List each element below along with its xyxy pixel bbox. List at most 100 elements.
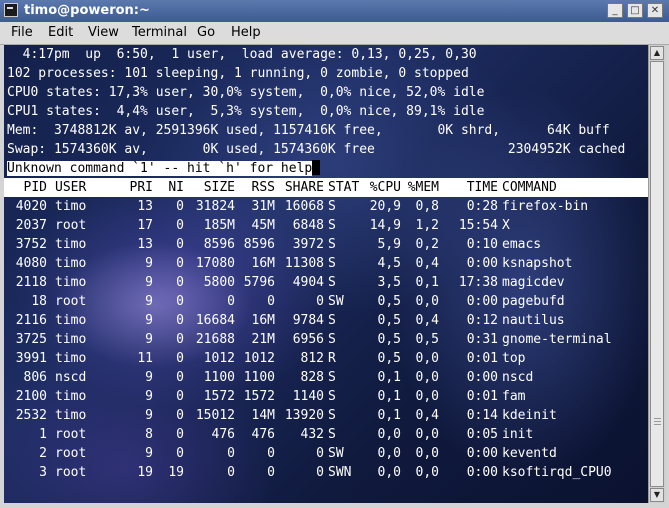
- share-cell: 4904: [292, 275, 324, 290]
- cpu-cell: 20,9: [369, 199, 401, 214]
- menu-help[interactable]: Help: [231, 25, 261, 40]
- text-cursor: [312, 160, 321, 175]
- cpu-cell: 0,1: [377, 370, 401, 385]
- time-cell: 0:31: [466, 332, 498, 347]
- column-header-stat: STAT: [328, 180, 360, 195]
- user-cell: root: [55, 446, 87, 461]
- ni-cell: 0: [176, 237, 184, 252]
- mem-cell: 0,4: [415, 408, 439, 423]
- time-cell: 0:00: [466, 370, 498, 385]
- scroll-up-button[interactable]: ▲: [650, 46, 664, 60]
- pri-cell: 9: [145, 313, 153, 328]
- user-cell: root: [55, 427, 87, 442]
- mem-cell: 0,4: [415, 256, 439, 271]
- mem-cell: 0,4: [415, 313, 439, 328]
- size-cell: 185M: [203, 218, 235, 233]
- minimize-button[interactable]: _: [607, 3, 623, 18]
- share-cell: 812: [300, 351, 324, 366]
- column-header-share: SHARE: [284, 180, 324, 195]
- process-row: 806 nscd 9 0 1100 1100 828 S 0,1 0,0 0:00 nscd: [4, 368, 648, 387]
- vertical-scrollbar[interactable]: ▲ ▼: [648, 45, 666, 503]
- mem-cell: 0,8: [415, 199, 439, 214]
- share-cell: 11308: [284, 256, 324, 271]
- scrollbar-thumb[interactable]: [650, 61, 664, 487]
- share-cell: 3972: [292, 237, 324, 252]
- cpu-cell: 0,0: [377, 427, 401, 442]
- menu-terminal[interactable]: Terminal: [132, 25, 187, 40]
- pid-cell: 4080: [15, 256, 47, 271]
- thumb-grip: [654, 424, 661, 425]
- window-title: timo@poweron:~: [24, 3, 150, 18]
- process-row: 3752 timo 13 0 8596 8596 3972 S 5,9 0,2 0:10 emacs: [4, 235, 648, 254]
- cpu1-line: CPU1 states: 4,4% user, 5,3% system, 0,0…: [7, 104, 485, 119]
- stat-cell: S: [328, 256, 336, 271]
- processes-line: 102 processes: 101 sleeping, 1 running, …: [7, 66, 469, 81]
- menu-edit[interactable]: Edit: [48, 25, 73, 40]
- share-cell: 6848: [292, 218, 324, 233]
- ni-cell: 19: [168, 465, 184, 480]
- command-cell: fam: [502, 389, 526, 404]
- process-row: 2118 timo 9 0 5800 5796 4904 S 3,5 0,1 17:38 magicd…: [4, 273, 648, 292]
- cpu-cell: 5,9: [377, 237, 401, 252]
- cpu-cell: 0,1: [377, 408, 401, 423]
- time-cell: 0:00: [466, 446, 498, 461]
- rss-cell: 476: [251, 427, 275, 442]
- mem-cell: 0,2: [415, 237, 439, 252]
- pri-cell: 9: [145, 332, 153, 347]
- process-row: 4080 timo 9 0 17080 16M 11308 S 4,5 0,4 0:00 ksnaps…: [4, 254, 648, 273]
- title-bar[interactable]: timo@poweron:~ _ □ ✕: [0, 0, 669, 22]
- process-row: 4020 timo 13 0 31824 31M 16068 S 20,9 0,8 0:28 fire…: [4, 197, 648, 216]
- pid-cell: 2037: [15, 218, 47, 233]
- message-line: Unknown command `1' -- hit `h' for help: [7, 159, 321, 178]
- pid-cell: 2116: [15, 313, 47, 328]
- column-header-time: TIME: [466, 180, 498, 195]
- stat-cell: SW: [328, 446, 344, 461]
- ni-cell: 0: [176, 199, 184, 214]
- size-cell: 1572: [203, 389, 235, 404]
- time-cell: 17:38: [458, 275, 498, 290]
- menu-file[interactable]: File: [11, 25, 33, 40]
- process-row: 2037 root 17 0 185M 45M 6848 S 14,9 1,2 15:54 X: [4, 216, 648, 235]
- terminal-screen[interactable]: 4:17pm up 6:50, 1 user, load average: 0,…: [4, 45, 648, 503]
- share-cell: 0: [316, 465, 324, 480]
- command-cell: ksnapshot: [502, 256, 573, 271]
- stat-cell: S: [328, 389, 336, 404]
- rss-cell: 16M: [251, 256, 275, 271]
- mem-cell: 0,0: [415, 389, 439, 404]
- menu-go[interactable]: Go: [197, 25, 215, 40]
- pid-cell: 806: [23, 370, 47, 385]
- rss-cell: 0: [267, 446, 275, 461]
- close-button[interactable]: ✕: [647, 3, 663, 18]
- ni-cell: 0: [176, 370, 184, 385]
- cpu-cell: 14,9: [369, 218, 401, 233]
- cpu-cell: 4,5: [377, 256, 401, 271]
- size-cell: 21688: [195, 332, 235, 347]
- size-cell: 1100: [203, 370, 235, 385]
- user-cell: root: [55, 218, 87, 233]
- maximize-button[interactable]: □: [627, 3, 643, 18]
- mem-cell: 0,0: [415, 370, 439, 385]
- command-cell: init: [502, 427, 534, 442]
- command-cell: top: [502, 351, 526, 366]
- size-cell: 1012: [203, 351, 235, 366]
- column-header-mem: %MEM: [407, 180, 439, 195]
- pid-cell: 2532: [15, 408, 47, 423]
- column-header-ni: NI: [168, 180, 184, 195]
- user-cell: root: [55, 294, 87, 309]
- rss-cell: 8596: [243, 237, 275, 252]
- command-cell: magicdev: [502, 275, 565, 290]
- mem-line: Mem: 3748812K av, 2591396K used, 1157416…: [7, 123, 610, 138]
- scroll-down-button[interactable]: ▼: [650, 488, 664, 502]
- mem-cell: 0,0: [415, 465, 439, 480]
- pri-cell: 9: [145, 389, 153, 404]
- share-cell: 1140: [292, 389, 324, 404]
- rss-cell: 0: [267, 294, 275, 309]
- pid-cell: 2100: [15, 389, 47, 404]
- process-table-header: PID USER PRI NI SIZE RSS SHARE STAT %CPU %MEM TIME…: [4, 178, 648, 197]
- time-cell: 0:00: [466, 256, 498, 271]
- cpu-cell: 0,1: [377, 389, 401, 404]
- time-cell: 0:05: [466, 427, 498, 442]
- terminal-icon[interactable]: [4, 3, 18, 17]
- menu-view[interactable]: View: [88, 25, 119, 40]
- size-cell: 5800: [203, 275, 235, 290]
